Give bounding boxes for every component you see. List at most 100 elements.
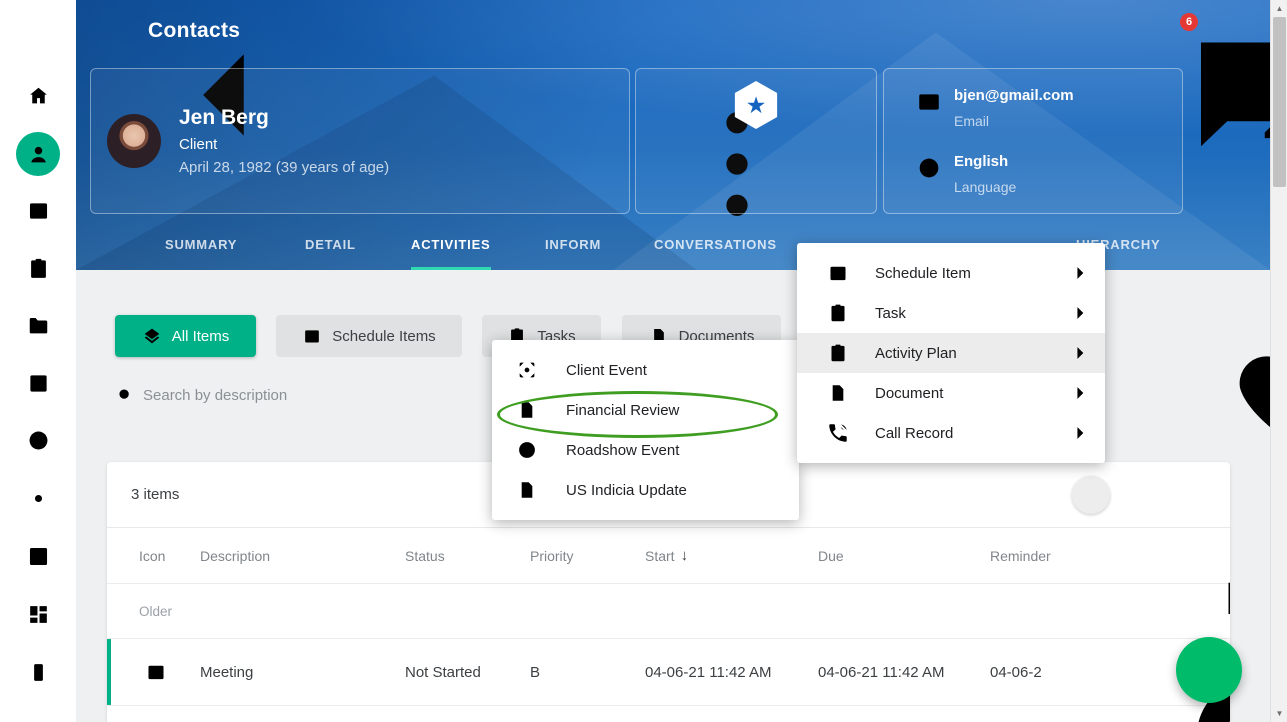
profile-text: Jen Berg Client April 28, 1982 (39 years… [179,106,389,176]
notifications-button[interactable]: 6 [1166,20,1190,44]
group-row-older[interactable]: Older [107,584,1230,639]
sidebar-item-billing[interactable] [24,369,52,397]
menu-item-call-record[interactable]: Call Record [797,413,1105,453]
menu-item-task[interactable]: Task [797,293,1105,333]
plus-icon [1081,485,1101,505]
billing-icon [26,371,51,396]
chevron-right-icon [1069,262,1091,284]
edit-row-button[interactable] [1062,662,1082,682]
fab-add-button[interactable] [1176,637,1242,703]
column-due[interactable]: Due [818,548,990,564]
sidebar-item-reports[interactable] [24,542,52,570]
bar-chart-icon [26,544,51,569]
home-icon [26,83,51,108]
contact-name: Jen Berg [179,106,389,130]
document-icon [516,479,538,501]
menu-item-us-indicia-update[interactable]: US Indicia Update [492,470,799,510]
menu-item-client-event[interactable]: Client Event [492,350,799,390]
cell-due: 04-06-21 11:42 AM [818,664,990,681]
menu-item-document[interactable]: Document [797,373,1105,413]
sidebar-item-settings[interactable] [24,484,52,512]
column-description[interactable]: Description [200,548,405,564]
sidebar-item-contacts-active[interactable] [16,132,60,176]
center-focus-icon [516,359,538,381]
language-label: Language [954,179,1016,195]
sidebar-item-home[interactable] [24,81,52,109]
top-app-bar: Contacts 6 [76,0,1270,64]
document-icon [516,399,538,421]
sidebar-item-dashboard[interactable] [24,600,52,628]
filter-chip-schedule-items[interactable]: Schedule Items [276,315,462,357]
menu-item-roadshow-event[interactable]: Roadshow Event [492,430,799,470]
hierarchy-view-button[interactable] [1136,484,1158,506]
tab-summary[interactable]: SUMMARY [165,214,237,270]
scrollbar-up-arrow[interactable]: ▲ [1271,0,1287,17]
sidebar-item-favorites[interactable] [24,426,52,454]
tabs-overflow-chevron[interactable] [1209,232,1229,252]
clipboard-icon [827,342,849,364]
sidebar-item-calendar[interactable] [24,196,52,224]
column-icon[interactable]: Icon [139,548,200,564]
document-icon [827,382,849,404]
filter-chip-all-items[interactable]: All Items [115,315,256,357]
add-item-button[interactable] [1072,476,1110,514]
sidebar-item-tasks[interactable] [24,254,52,282]
calendar-icon [827,262,849,284]
tasks-icon [26,256,51,281]
menu-button[interactable] [24,18,52,46]
add-circle-icon [516,439,538,461]
tab-inform[interactable]: INFORM [545,214,601,270]
chevron-right-icon [1069,342,1091,364]
globe-icon [916,155,942,181]
edit-filters-button[interactable] [1202,319,1228,345]
column-reminder[interactable]: Reminder [990,548,1230,564]
cell-status: Not Started [405,664,530,681]
email-icon [916,89,942,115]
cell-start: 04-06-21 11:42 AM [645,664,818,681]
menu-item-activity-plan-highlighted[interactable]: Activity Plan [797,333,1105,373]
column-start-sorted[interactable]: Start ↓ [645,547,818,564]
chip-label: All Items [172,328,230,345]
tab-conversations[interactable]: CONVERSATIONS [654,214,777,270]
menu-item-financial-review[interactable]: Financial Review [492,390,799,430]
email-label: Email [954,113,1074,129]
search-input[interactable] [143,387,463,404]
window-scrollbar[interactable]: ▲ ▼ [1270,0,1287,722]
menu-item-schedule-item[interactable]: Schedule Item [797,253,1105,293]
scrollbar-down-arrow[interactable]: ▼ [1271,705,1287,722]
layers-icon [142,326,162,346]
tab-activities-active[interactable]: ACTIVITIES [411,214,491,270]
activity-type-menu: Client Event Financial Review Roadshow E… [492,340,799,520]
tab-detail[interactable]: DETAIL [305,214,356,270]
calendar-icon [302,326,322,346]
back-button[interactable] [100,20,124,44]
sidebar-item-documents[interactable] [24,311,52,339]
contact-type: Client [179,136,389,153]
search-bar [116,386,463,404]
account-icon [1227,20,1270,170]
column-status[interactable]: Status [405,548,530,564]
contact-info-card: bjen@gmail.com Email English Language [883,68,1183,214]
chevron-right-icon [1069,302,1091,324]
phone-icon [827,422,849,444]
messages-button[interactable] [1106,20,1130,44]
page-title: Contacts [148,19,240,43]
table-column-headers: Icon Description Status Priority Start ↓… [107,528,1230,584]
table-row[interactable]: Meeting Not Started B 04-06-21 11:42 AM … [107,639,1230,706]
complete-row-button[interactable] [1102,660,1126,684]
badge-card: ★ [635,68,877,214]
account-button[interactable] [1227,20,1251,44]
favorite-button[interactable] [1140,319,1166,345]
scrollbar-thumb[interactable] [1273,17,1286,187]
language-value: English [954,153,1016,170]
cell-priority: B [530,664,645,681]
profile-card-menu-button[interactable] [587,89,609,111]
contact-birthdate: April 28, 1982 (39 years of age) [179,159,389,176]
sidebar-item-mobile[interactable] [24,658,52,686]
folder-icon [26,313,51,338]
sidebar [0,0,76,722]
table-menu-button[interactable] [1184,485,1204,505]
column-priority[interactable]: Priority [530,548,645,564]
language-row: English Language [916,153,1182,195]
dashboard-icon [26,602,51,627]
